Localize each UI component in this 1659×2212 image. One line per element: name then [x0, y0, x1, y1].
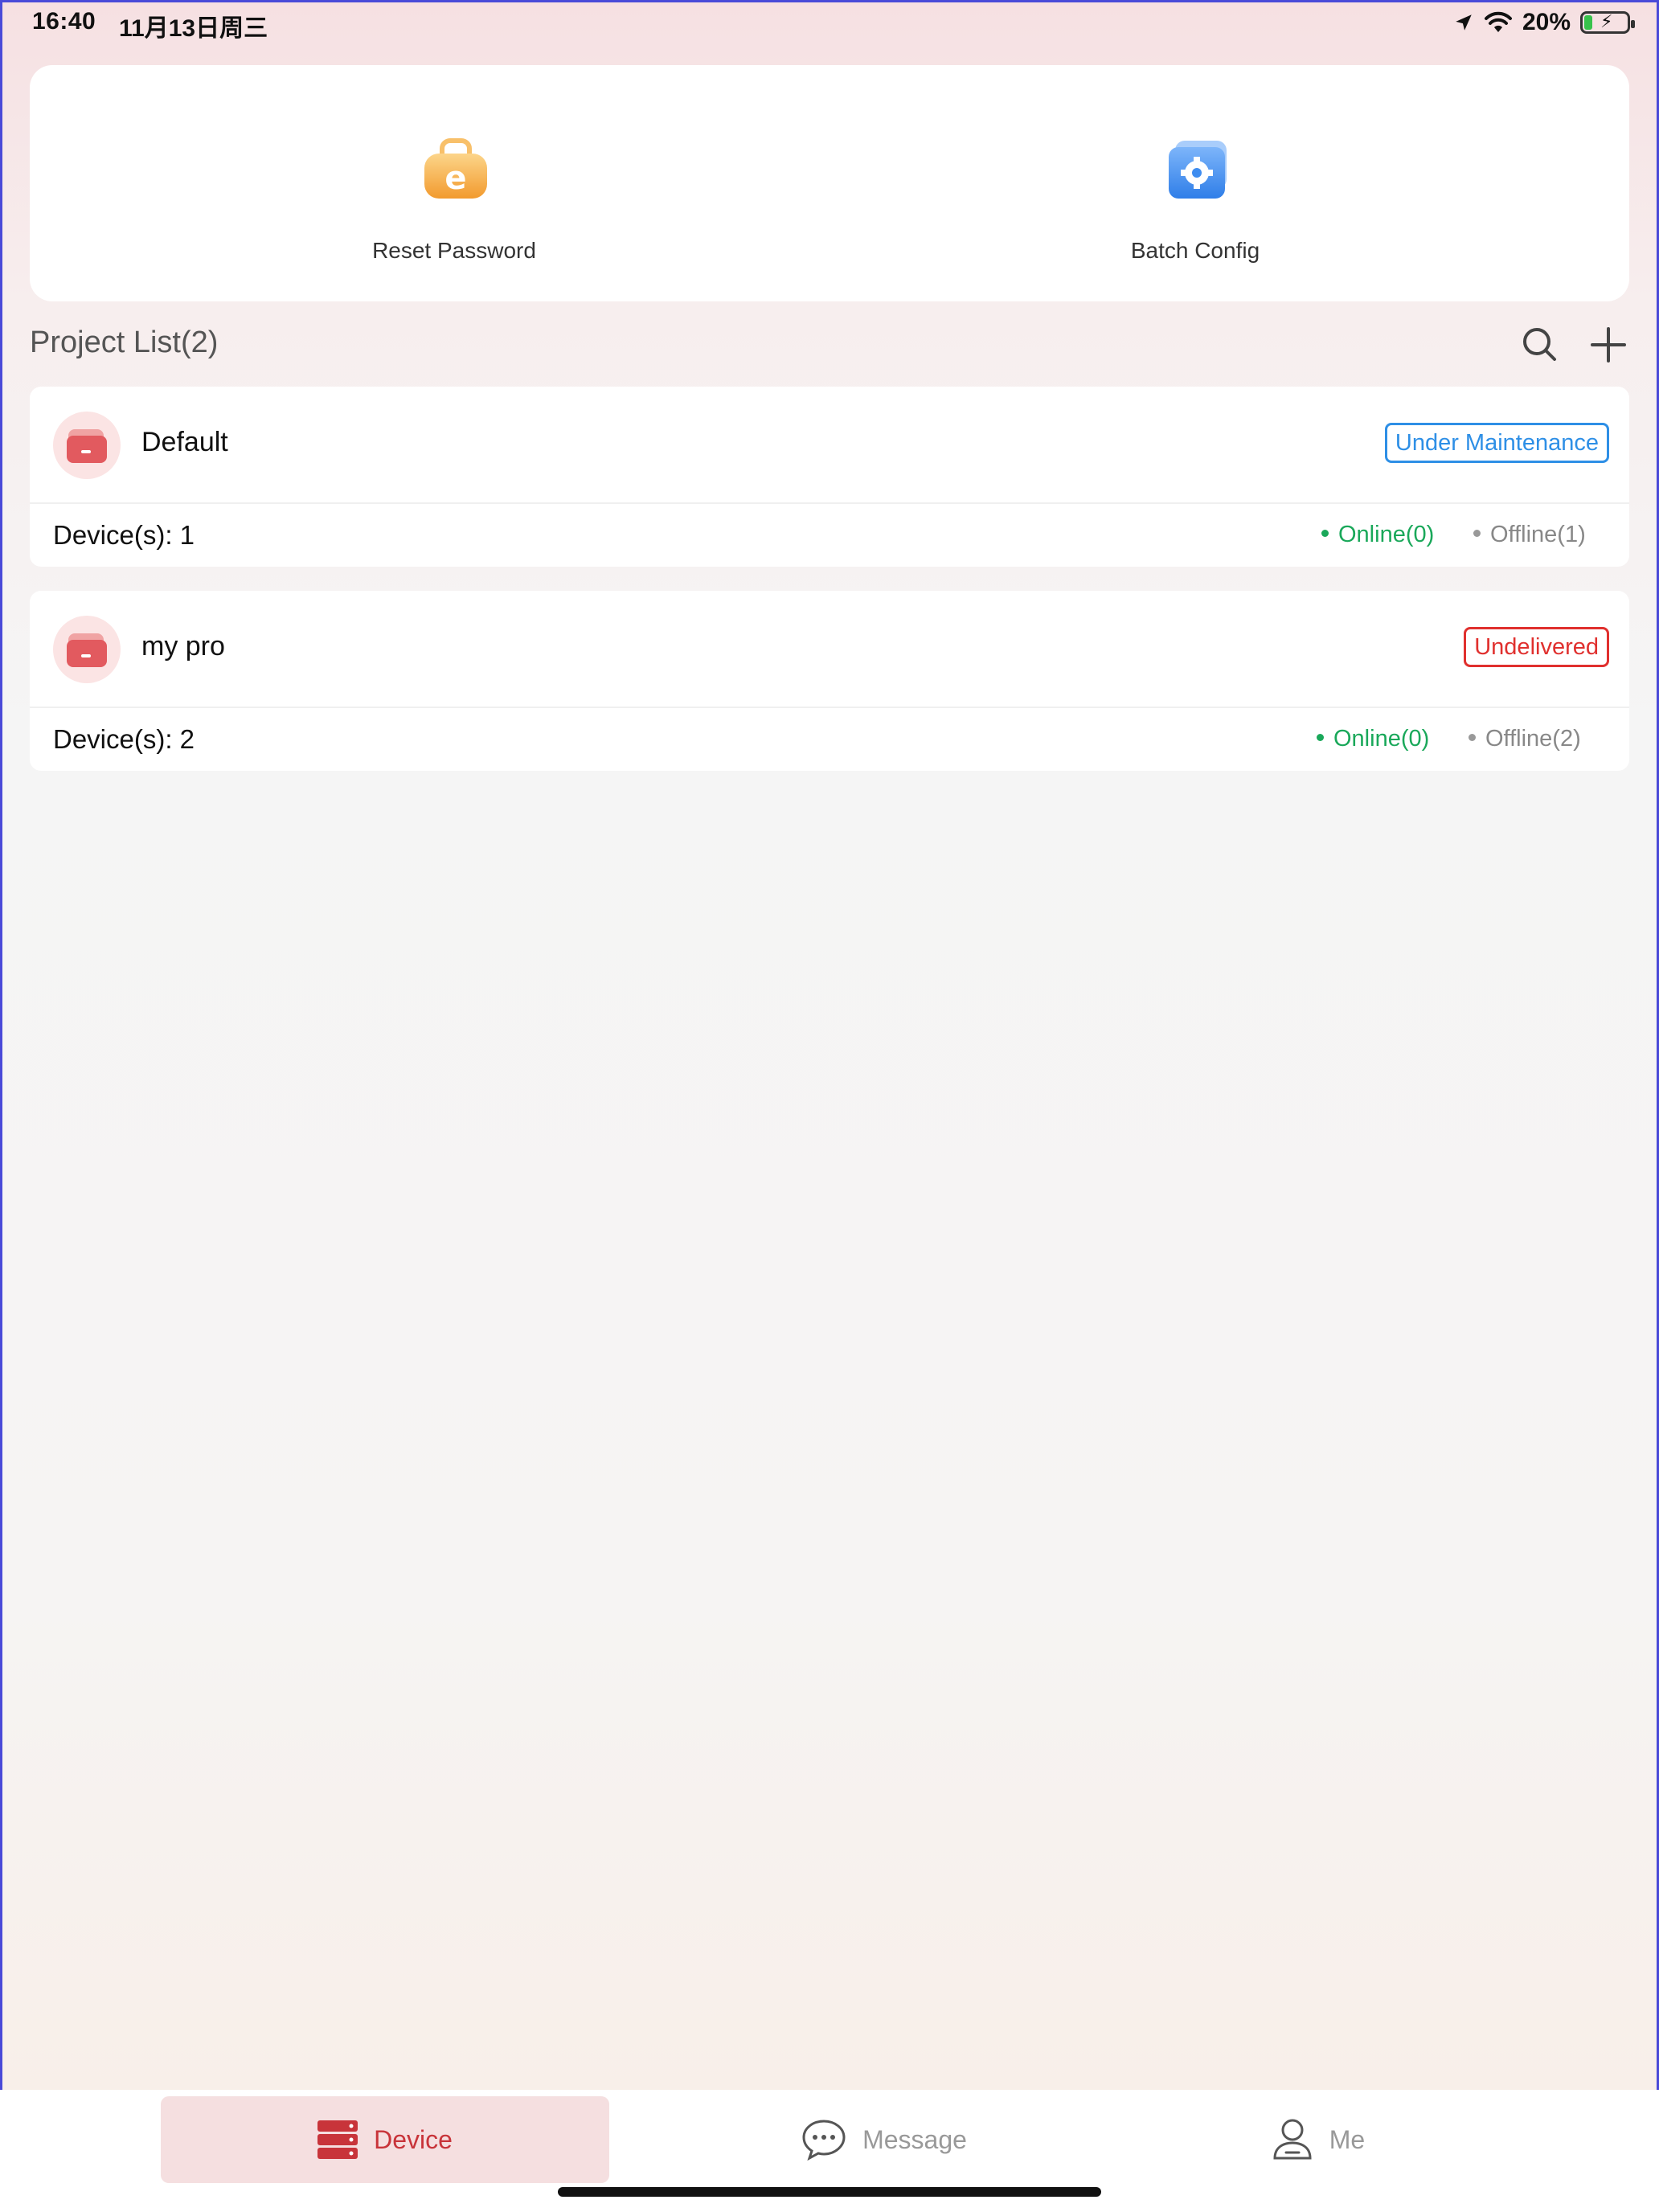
project-card-header: my pro Undelivered — [30, 591, 1629, 708]
project-card[interactable]: my pro Undelivered Device(s): 2 Online(0… — [30, 591, 1629, 771]
search-button[interactable] — [1519, 324, 1561, 366]
user-icon — [1273, 2119, 1312, 2160]
status-date: 11月13日周三 — [119, 15, 268, 42]
quick-tools-card: e Reset Password Batch Config — [30, 65, 1629, 301]
device-count: Device(s): 1 — [53, 520, 195, 550]
online-count-text: Online(0) — [1333, 726, 1430, 752]
project-name: Default — [141, 427, 228, 457]
online-dot-icon — [1321, 529, 1329, 537]
batch-config-tool[interactable]: Batch Config — [830, 65, 1629, 301]
reset-password-tool[interactable]: e Reset Password — [30, 65, 830, 301]
offline-count: Offline(1) — [1473, 522, 1586, 548]
tab-device-label: Device — [374, 2124, 453, 2154]
reset-password-label: Reset Password — [372, 238, 536, 263]
gear-folder-icon — [1169, 141, 1227, 199]
project-list-title: Project List(2) — [30, 326, 219, 359]
offline-dot-icon — [1473, 529, 1481, 537]
folder-icon — [67, 429, 107, 463]
lock-icon: e — [424, 138, 487, 199]
wifi-icon — [1484, 11, 1512, 32]
search-icon — [1523, 328, 1556, 361]
project-card-footer: Device(s): 1 Online(0) Offline(1) — [30, 504, 1629, 567]
tab-device[interactable]: Device — [161, 2096, 609, 2183]
tab-message-label: Message — [862, 2124, 967, 2154]
location-arrow-icon — [1456, 14, 1472, 31]
offline-count: Offline(2) — [1469, 726, 1581, 752]
online-count: Online(0) — [1321, 522, 1434, 548]
server-icon — [317, 2120, 358, 2159]
batch-config-label: Batch Config — [1130, 238, 1260, 263]
status-badge: Under Maintenance — [1384, 423, 1609, 463]
offline-count-text: Offline(2) — [1485, 726, 1581, 752]
battery-level-fill — [1584, 15, 1592, 30]
charging-bolt-icon: ⚡ — [1600, 11, 1613, 31]
svg-text:e: e — [444, 160, 466, 197]
folder-icon — [67, 633, 107, 667]
plus-icon — [1591, 327, 1626, 363]
status-indicators: 20% ⚡ — [1453, 8, 1635, 37]
online-count-text: Online(0) — [1338, 522, 1435, 547]
status-bar: 16:40 11月13日周三 20% ⚡ — [0, 0, 1659, 43]
project-list-header: Project List(2) — [30, 317, 1629, 374]
project-card-footer: Device(s): 2 Online(0) Offline(2) — [30, 708, 1629, 771]
tab-me-label: Me — [1329, 2124, 1366, 2154]
battery-percent: 20% — [1522, 9, 1571, 35]
status-time: 16:40 — [32, 8, 96, 35]
online-dot-icon — [1317, 733, 1324, 741]
project-card-header: Default Under Maintenance — [30, 387, 1629, 504]
home-indicator — [558, 2187, 1101, 2197]
project-avatar — [53, 412, 121, 479]
offline-dot-icon — [1469, 733, 1476, 741]
add-project-button[interactable] — [1587, 324, 1629, 366]
offline-count-text: Offline(1) — [1490, 522, 1586, 547]
project-card[interactable]: Default Under Maintenance Device(s): 1 O… — [30, 387, 1629, 567]
project-avatar — [53, 616, 121, 683]
project-name: my pro — [141, 631, 225, 662]
status-badge: Undelivered — [1464, 627, 1609, 667]
battery-charging-icon: ⚡ — [1580, 11, 1635, 34]
online-count: Online(0) — [1317, 726, 1429, 752]
tab-me[interactable]: Me — [1230, 2096, 1407, 2183]
chat-bubble-icon — [802, 2120, 846, 2161]
tab-message[interactable]: Message — [756, 2096, 1013, 2183]
device-count: Device(s): 2 — [53, 724, 195, 754]
